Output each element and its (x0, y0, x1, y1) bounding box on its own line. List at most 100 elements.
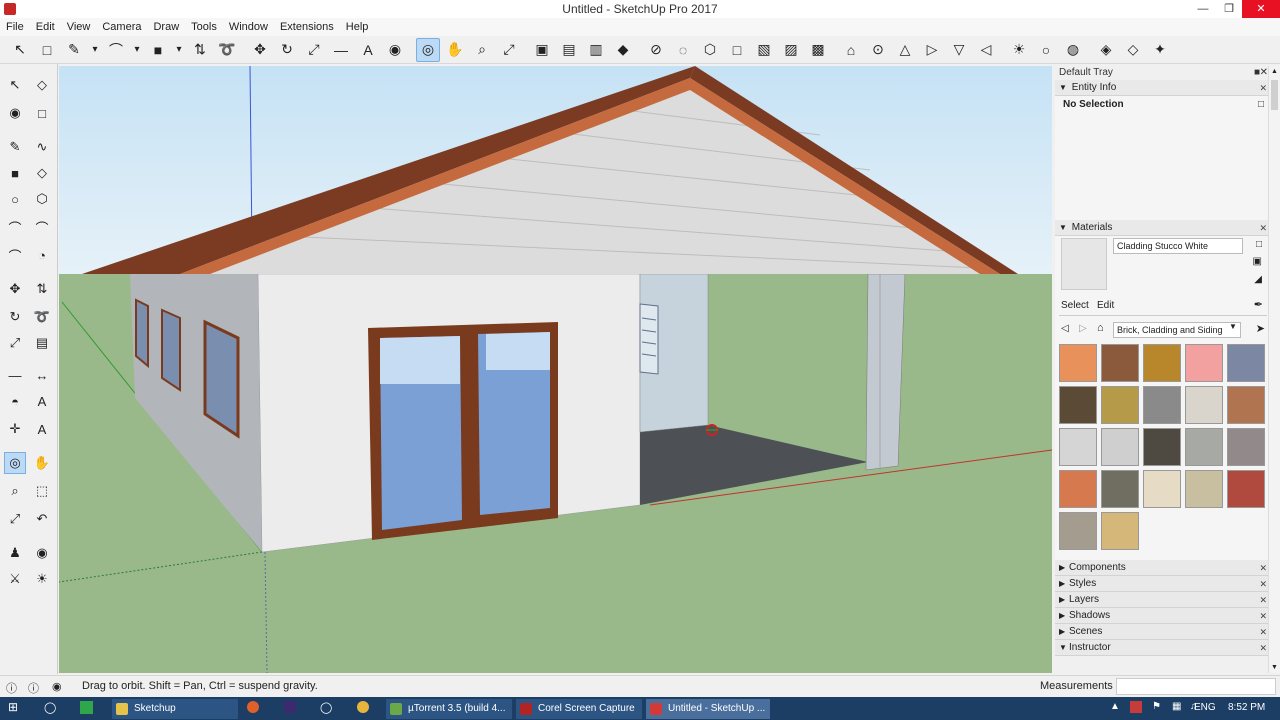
sample-paint-icon[interactable]: ◢ (1254, 274, 1262, 285)
material-swatch[interactable] (1143, 428, 1181, 466)
hidden-line-icon[interactable]: □ (725, 38, 749, 62)
dropdown-icon[interactable]: ▾ (131, 38, 143, 62)
component-icon[interactable]: ◇ (31, 74, 53, 96)
pencil-icon[interactable]: ✎ (4, 136, 26, 158)
components-header[interactable]: ▶ Components ✕ (1055, 560, 1270, 576)
close-scenes-icon[interactable]: ✕ (1259, 624, 1267, 640)
zoom-icon[interactable]: ⌕ (470, 38, 494, 62)
back-edges-icon[interactable]: ◌ (671, 38, 695, 62)
entity-details-icon[interactable]: □ (1258, 99, 1264, 110)
after-effects-icon[interactable] (284, 701, 296, 713)
eraser-icon[interactable]: □ (35, 38, 59, 62)
previous-view-icon[interactable]: ↶ (31, 508, 53, 530)
task-sketchup-folder[interactable]: Sketchup (112, 699, 238, 719)
instructor-toggle-icon[interactable]: ◉ (52, 680, 62, 693)
task-corel-capture[interactable]: Corel Screen Capture (516, 699, 642, 719)
chrome-icon[interactable] (357, 701, 369, 713)
menu-window[interactable]: Window (223, 21, 274, 33)
menu-extensions[interactable]: Extensions (274, 21, 340, 33)
scrollbar-thumb[interactable] (1271, 80, 1278, 110)
close-icon[interactable]: ✕ (1242, 0, 1280, 18)
menu-file[interactable]: File (0, 21, 30, 33)
axes-icon[interactable]: ✛ (4, 418, 26, 440)
freehand-icon[interactable]: ∿ (31, 136, 53, 158)
eraser-icon[interactable]: □ (31, 102, 53, 124)
tray-scrollbar[interactable]: ▲ ▼ (1268, 66, 1280, 673)
credits-icon[interactable]: ⓘ (28, 680, 39, 696)
close-styles-icon[interactable]: ✕ (1259, 576, 1267, 592)
text-icon[interactable]: A (356, 38, 380, 62)
wireframe-icon[interactable]: ⬡ (698, 38, 722, 62)
close-layers-icon[interactable]: ✕ (1259, 592, 1267, 608)
close-tray-icon[interactable]: ✕ (1260, 66, 1268, 80)
material-swatch[interactable] (1059, 512, 1097, 550)
push-pull-icon[interactable]: ⇅ (188, 38, 212, 62)
material-swatch[interactable] (1143, 344, 1181, 382)
zoom-extents-icon[interactable]: ⤢ (497, 38, 521, 62)
arc-icon[interactable]: ⌒ (4, 216, 26, 238)
send-to-layout-icon[interactable]: ▥ (584, 38, 608, 62)
x-ray-icon[interactable]: ⊘ (644, 38, 668, 62)
material-swatch[interactable] (1185, 428, 1223, 466)
shaded-icon[interactable]: ▧ (752, 38, 776, 62)
menu-help[interactable]: Help (340, 21, 375, 33)
monochrome-icon[interactable]: ▩ (806, 38, 830, 62)
top-view-icon[interactable]: ⊙ (866, 38, 890, 62)
ie-icon[interactable]: ◯ (44, 701, 56, 714)
material-swatch[interactable] (1185, 386, 1223, 424)
task-utorrent[interactable]: µTorrent 3.5 (build 4... (386, 699, 512, 719)
push-pull-icon[interactable]: ⇅ (31, 278, 53, 300)
material-swatch[interactable] (1101, 470, 1139, 508)
pan-icon[interactable]: ✋ (31, 452, 53, 474)
walk-icon[interactable]: ⚔ (4, 568, 26, 590)
sketchup-app-icon[interactable] (4, 3, 16, 15)
geo-location-icon[interactable]: ⓘ (6, 680, 17, 696)
rotated-rectangle-icon[interactable]: ◇ (31, 162, 53, 184)
material-swatch[interactable] (1059, 470, 1097, 508)
zoom-window-icon[interactable]: ⬚ (31, 480, 53, 502)
orbit-icon[interactable]: ◎ (4, 452, 26, 474)
right-view-icon[interactable]: ▷ (920, 38, 944, 62)
material-swatch[interactable] (1101, 386, 1139, 424)
material-swatch[interactable] (1059, 428, 1097, 466)
circle-icon[interactable]: ○ (4, 188, 26, 210)
tape-measure-icon[interactable]: — (329, 38, 353, 62)
display-secondary-icon[interactable]: □ (1256, 239, 1262, 250)
language-indicator[interactable]: ENG (1194, 702, 1216, 713)
close-components-icon[interactable]: ✕ (1259, 560, 1267, 576)
restore-icon[interactable]: ❐ (1216, 0, 1242, 18)
material-swatch[interactable] (1185, 344, 1223, 382)
app-icon[interactable]: ◯ (320, 701, 332, 714)
dimension-icon[interactable]: ↔ (31, 364, 53, 386)
three-point-arc-icon[interactable]: ⌒ (4, 244, 26, 266)
rectangle-icon[interactable]: ■ (4, 162, 26, 184)
paint-bucket-icon[interactable]: ◉ (4, 102, 26, 124)
pan-icon[interactable]: ✋ (443, 38, 467, 62)
windows-start-icon[interactable]: ⊞ (8, 700, 18, 714)
scenes-header[interactable]: ▶ Scenes ✕ (1055, 624, 1270, 640)
3d-text-icon[interactable]: A (31, 418, 53, 440)
library-select[interactable]: Brick, Cladding and Siding (1113, 322, 1241, 338)
zoom-icon[interactable]: ⌕ (4, 480, 26, 502)
extension-warehouse-icon[interactable]: ▤ (557, 38, 581, 62)
modeling-viewport[interactable] (59, 66, 1052, 673)
material-swatch[interactable] (1227, 428, 1265, 466)
create-material-icon[interactable]: ▣ (1253, 256, 1262, 267)
back-view-icon[interactable]: ▽ (947, 38, 971, 62)
section-display-icon[interactable]: ○ (1034, 38, 1058, 62)
menu-view[interactable]: View (61, 21, 97, 33)
tab-edit[interactable]: Edit (1097, 300, 1114, 311)
store-icon[interactable] (80, 701, 93, 714)
scale-icon[interactable]: ⤢ (302, 38, 326, 62)
two-point-arc-icon[interactable]: ⌒ (31, 216, 53, 238)
menu-camera[interactable]: Camera (96, 21, 147, 33)
forward-arrow-icon[interactable]: ▷ (1079, 323, 1087, 334)
tab-select[interactable]: Select (1061, 300, 1089, 311)
dropdown-icon[interactable]: ▾ (173, 38, 185, 62)
entity-info-header[interactable]: ▼ Entity Info ✕ (1055, 80, 1270, 96)
chevron-down-icon[interactable]: ▼ (1229, 322, 1237, 331)
sandbox-scratch-icon[interactable]: ◇ (1121, 38, 1145, 62)
minimize-icon[interactable]: — (1190, 0, 1216, 18)
sandbox-smoove-icon[interactable]: ✦ (1148, 38, 1172, 62)
section-plane-icon[interactable]: ☀ (1007, 38, 1031, 62)
